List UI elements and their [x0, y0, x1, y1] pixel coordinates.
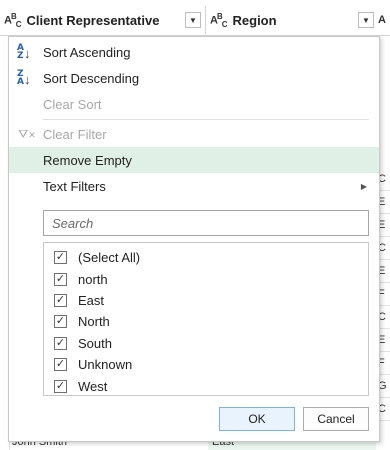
column-header-client-representative[interactable]: ABC Client Representative [4, 8, 159, 32]
filter-dropdown-button[interactable]: ▼ [185, 12, 201, 28]
menu-item-clear-filter[interactable]: ⛛✕ Clear Filter [9, 121, 379, 147]
chevron-right-icon: ▶ [360, 181, 367, 191]
chevron-down-icon: ▼ [189, 15, 197, 25]
column-header-third[interactable]: A [378, 8, 390, 32]
list-item[interactable]: ✓ (Select All) [44, 247, 368, 268]
checkbox[interactable]: ✓ [54, 272, 67, 286]
list-item-label: Unknown [78, 357, 133, 373]
list-item-label: north [78, 271, 108, 287]
column-divider[interactable] [205, 6, 206, 34]
list-item[interactable]: ✓ Unknown [44, 354, 368, 375]
sort-descending-icon: Z A ↓ [17, 68, 31, 87]
column-header-row: ABC Client Representative ▼ ABC Region ▼… [0, 0, 390, 36]
value-list: ✓ (Select All) ✓ north ✓ East ✓ North ✓ South ✓ Unk… [43, 242, 369, 396]
checkbox[interactable]: ✓ [54, 358, 67, 372]
menu-item-clear-sort[interactable]: Clear Sort [9, 91, 379, 117]
filter-menu: A Z ↓ Sort Ascending Z A ↓ Sort Descending C… [8, 36, 380, 442]
menu-divider [43, 119, 369, 120]
text-type-icon: A [378, 14, 386, 26]
list-item-label: West [78, 378, 108, 394]
checkbox[interactable]: ✓ [54, 379, 67, 393]
checkbox[interactable]: ✓ [54, 336, 67, 350]
chevron-down-icon: ▼ [362, 15, 370, 25]
sort-ascending-icon: A Z ↓ [17, 42, 31, 61]
text-type-icon: ABC [210, 11, 227, 29]
ok-button[interactable]: OK [219, 407, 295, 431]
menu-item-sort-descending[interactable]: Z A ↓ Sort Descending [9, 65, 379, 91]
checkbox[interactable]: ✓ [54, 315, 67, 329]
list-item-label: North [78, 314, 110, 330]
column-title: Client Representative [26, 12, 160, 28]
text-type-icon: ABC [4, 11, 21, 29]
list-item[interactable]: ✓ West [44, 375, 368, 396]
checkbox[interactable]: ✓ [54, 293, 67, 307]
menu-item-text-filters[interactable]: Text Filters ▶ [9, 173, 379, 199]
list-item[interactable]: ✓ North [44, 311, 368, 332]
list-item[interactable]: ✓ East [44, 290, 368, 311]
filter-dropdown-button[interactable]: ▼ [358, 12, 374, 28]
cancel-button[interactable]: Cancel [303, 407, 369, 431]
menu-item-sort-ascending[interactable]: A Z ↓ Sort Ascending [9, 39, 379, 65]
list-item-label: (Select All) [78, 250, 141, 266]
menu-item-remove-empty[interactable]: Remove Empty [9, 147, 379, 173]
list-item[interactable]: ✓ north [44, 268, 368, 289]
checkbox[interactable]: ✓ [54, 251, 67, 265]
list-item-label: East [78, 292, 105, 308]
list-item[interactable]: ✓ South [44, 333, 368, 354]
column-header-region[interactable]: ABC Region [210, 8, 277, 32]
clear-filter-icon: ⛛✕ [18, 126, 36, 141]
column-title: Region [232, 12, 277, 28]
list-item-label: South [78, 335, 112, 351]
search-input[interactable]: Search [43, 210, 369, 236]
